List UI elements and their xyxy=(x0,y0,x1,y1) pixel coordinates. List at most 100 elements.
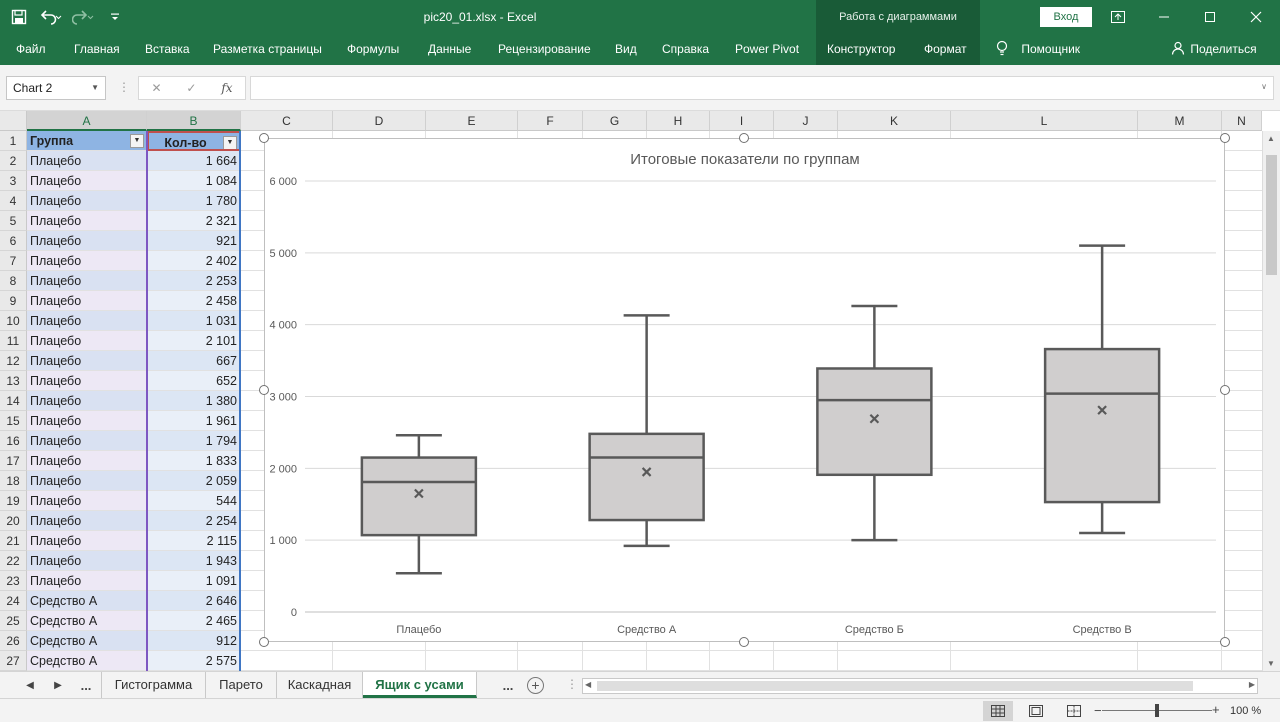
table-cell-group[interactable]: Плацебо xyxy=(27,471,147,491)
minimize-button[interactable] xyxy=(1147,0,1181,34)
table-cell-count[interactable]: 2 458 xyxy=(147,291,241,311)
formula-input[interactable]: ∨ xyxy=(250,76,1274,100)
row-header[interactable]: 8 xyxy=(0,271,27,291)
column-header-d[interactable]: D xyxy=(333,111,426,131)
sheet-tab-pareto[interactable]: Парето xyxy=(206,672,277,698)
table-cell-group[interactable]: Плацебо xyxy=(27,411,147,431)
sheet-next-icon[interactable]: ▶ xyxy=(46,672,70,699)
table-cell-group[interactable]: Плацебо xyxy=(27,371,147,391)
table-cell-group[interactable]: Средство А xyxy=(27,631,147,651)
row-header[interactable]: 23 xyxy=(0,571,27,591)
table-cell-count[interactable]: 1 084 xyxy=(147,171,241,191)
tab-home[interactable]: Главная xyxy=(74,34,120,65)
table-cell-group[interactable]: Плацебо xyxy=(27,271,147,291)
table-cell-count[interactable]: 2 101 xyxy=(147,331,241,351)
table-cell-count[interactable]: 1 794 xyxy=(147,431,241,451)
tab-chart-format[interactable]: Формат xyxy=(924,34,967,65)
zoom-out-icon[interactable]: − xyxy=(1094,703,1102,718)
expand-formula-bar-icon[interactable]: ∨ xyxy=(1261,82,1267,91)
column-header-h[interactable]: H xyxy=(647,111,710,131)
normal-view-button[interactable] xyxy=(983,701,1013,721)
table-cell-count[interactable]: 2 253 xyxy=(147,271,241,291)
column-header-n[interactable]: N xyxy=(1222,111,1262,131)
table-cell-count[interactable]: 1 943 xyxy=(147,551,241,571)
table-cell-group[interactable]: Плацебо xyxy=(27,391,147,411)
chart-resize-handle-top[interactable] xyxy=(739,133,749,143)
column-header-j[interactable]: J xyxy=(774,111,838,131)
horizontal-scroll-thumb[interactable] xyxy=(597,681,1193,691)
page-break-view-button[interactable] xyxy=(1059,701,1089,721)
filter-dropdown-icon[interactable]: ▼ xyxy=(223,136,237,149)
tab-chart-design[interactable]: Конструктор xyxy=(827,34,895,65)
zoom-in-icon[interactable]: + xyxy=(1212,702,1220,717)
table-cell-group[interactable]: Плацебо xyxy=(27,571,147,591)
table-cell-group[interactable]: Плацебо xyxy=(27,251,147,271)
row-header[interactable]: 9 xyxy=(0,291,27,311)
cancel-icon[interactable]: ✕ xyxy=(151,81,161,95)
row-header[interactable]: 22 xyxy=(0,551,27,571)
scroll-left-icon[interactable]: ◀ xyxy=(585,680,591,689)
sheet-more-right[interactable]: ... xyxy=(496,672,520,699)
tab-page-layout[interactable]: Разметка страницы xyxy=(213,34,322,65)
table-cell-group[interactable]: Плацебо xyxy=(27,351,147,371)
horizontal-scrollbar[interactable]: ◀ ▶ xyxy=(582,678,1258,694)
chart-resize-handle-top-left[interactable] xyxy=(259,133,269,143)
table-cell-group[interactable]: Плацебо xyxy=(27,151,147,171)
row-header[interactable]: 15 xyxy=(0,411,27,431)
box-whisker-chart[interactable]: Итоговые показатели по группам 0 1 000 2 00… xyxy=(264,138,1225,642)
table-cell-group[interactable]: Плацебо xyxy=(27,291,147,311)
chart-resize-handle-bottom-left[interactable] xyxy=(259,637,269,647)
maximize-button[interactable] xyxy=(1193,0,1227,34)
zoom-slider-knob[interactable] xyxy=(1155,704,1159,717)
table-cell-count[interactable]: 2 465 xyxy=(147,611,241,631)
table-cell-count[interactable]: 667 xyxy=(147,351,241,371)
scroll-down-icon[interactable]: ▼ xyxy=(1267,659,1275,668)
table-cell-group[interactable]: Средство А xyxy=(27,591,147,611)
tell-me-box[interactable]: Помощник xyxy=(996,34,1080,65)
close-button[interactable] xyxy=(1239,0,1273,34)
table-cell-group[interactable]: Плацебо xyxy=(27,511,147,531)
chart-resize-handle-right[interactable] xyxy=(1220,385,1230,395)
table-cell-group[interactable]: Плацебо xyxy=(27,431,147,451)
table-cell-count[interactable]: 1 031 xyxy=(147,311,241,331)
row-header[interactable]: 7 xyxy=(0,251,27,271)
tab-data[interactable]: Данные xyxy=(428,34,471,65)
chart-resize-handle-bottom-right[interactable] xyxy=(1220,637,1230,647)
column-header-f[interactable]: F xyxy=(518,111,583,131)
row-header[interactable]: 4 xyxy=(0,191,27,211)
table-cell-count[interactable]: 1 780 xyxy=(147,191,241,211)
column-header-b[interactable]: B xyxy=(147,111,241,131)
row-header[interactable]: 2 xyxy=(0,151,27,171)
enter-icon[interactable]: ✓ xyxy=(186,81,196,95)
table-cell-group[interactable]: Плацебо xyxy=(27,211,147,231)
vertical-scrollbar[interactable]: ▲ ▼ xyxy=(1262,131,1280,671)
table-cell-group[interactable]: Плацебо xyxy=(27,191,147,211)
sheet-prev-icon[interactable]: ◀ xyxy=(18,672,42,699)
row-header[interactable]: 21 xyxy=(0,531,27,551)
chart-resize-handle-top-right[interactable] xyxy=(1220,133,1230,143)
tab-split-grip[interactable]: ⋮ xyxy=(566,677,578,691)
row-header[interactable]: 24 xyxy=(0,591,27,611)
row-header[interactable]: 17 xyxy=(0,451,27,471)
chart-resize-handle-left[interactable] xyxy=(259,385,269,395)
row-header[interactable]: 12 xyxy=(0,351,27,371)
table-cell-count[interactable]: 2 575 xyxy=(147,651,241,671)
sheet-more-left[interactable]: ... xyxy=(74,672,98,699)
page-layout-view-button[interactable] xyxy=(1021,701,1051,721)
table-cell-group[interactable]: Средство А xyxy=(27,611,147,631)
row-header[interactable]: 27 xyxy=(0,651,27,671)
tab-view[interactable]: Вид xyxy=(615,34,637,65)
table-cell-group[interactable]: Плацебо xyxy=(27,331,147,351)
filter-dropdown-icon[interactable]: ▼ xyxy=(130,134,144,148)
row-header[interactable]: 13 xyxy=(0,371,27,391)
table-cell-count[interactable]: 2 321 xyxy=(147,211,241,231)
row-header[interactable]: 14 xyxy=(0,391,27,411)
table-cell-count[interactable]: 1 833 xyxy=(147,451,241,471)
column-header-k[interactable]: K xyxy=(838,111,951,131)
table-cell-count[interactable]: 652 xyxy=(147,371,241,391)
table-cell-count[interactable]: 2 254 xyxy=(147,511,241,531)
column-header-m[interactable]: M xyxy=(1138,111,1222,131)
row-header[interactable]: 25 xyxy=(0,611,27,631)
table-cell-count[interactable]: 2 646 xyxy=(147,591,241,611)
select-all-corner[interactable] xyxy=(0,111,27,131)
